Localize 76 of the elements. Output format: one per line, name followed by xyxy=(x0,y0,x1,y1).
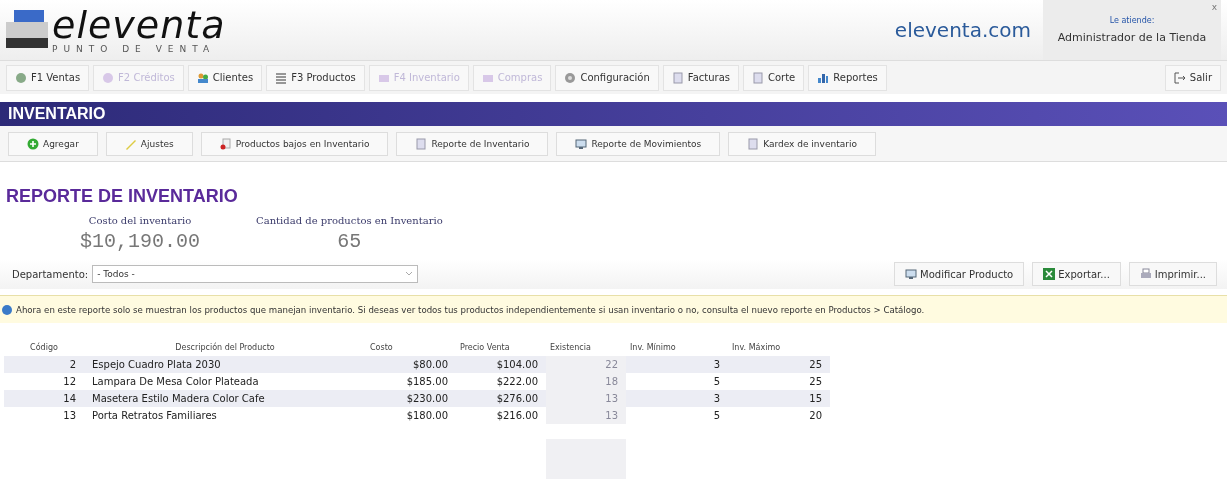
table-cell: 13 xyxy=(546,407,626,424)
column-header[interactable]: Código xyxy=(4,339,84,356)
table-cell: 13 xyxy=(546,390,626,407)
table-cell: $276.00 xyxy=(456,390,546,407)
department-select[interactable]: - Todos - xyxy=(92,265,419,283)
column-header[interactable]: Existencia xyxy=(546,339,626,356)
column-header[interactable]: Descripción del Producto xyxy=(84,339,366,356)
monitor-icon xyxy=(905,268,918,280)
list-icon xyxy=(275,71,288,84)
summary-value: $10,190.00 xyxy=(80,230,201,253)
table-cell: 22 xyxy=(546,356,626,373)
summary-label: Costo del inventario xyxy=(88,215,192,226)
department-label: Departamento: xyxy=(12,268,89,280)
document-icon xyxy=(752,71,764,84)
plus-icon xyxy=(27,137,39,150)
exit-icon xyxy=(1173,71,1186,84)
action-button[interactable]: Modificar Producto xyxy=(894,262,1025,286)
summary-value: 65 xyxy=(337,230,362,253)
column-header[interactable]: Inv. Mínimo xyxy=(626,339,728,356)
document-icon xyxy=(747,137,760,150)
nav-tab[interactable]: F1 Ventas xyxy=(6,64,90,91)
document-icon xyxy=(671,71,684,84)
monitor-icon xyxy=(575,137,588,150)
table-cell: $230.00 xyxy=(366,390,456,407)
report-title: REPORTE DE INVENTARIO xyxy=(6,186,239,207)
nav-tab[interactable]: F3 Productos xyxy=(266,64,365,91)
circle-icon xyxy=(15,71,27,84)
toolbar-button[interactable]: Reporte de Movimientos xyxy=(556,131,721,156)
toolbar-button[interactable]: Agregar xyxy=(8,131,98,156)
toolbar-button[interactable]: Ajustes xyxy=(105,131,193,156)
column-header[interactable]: Precio Venta xyxy=(456,339,546,356)
info-icon xyxy=(2,304,12,315)
nav-tab[interactable]: Reportes xyxy=(808,64,887,91)
user-caption: Le atiende: xyxy=(1109,16,1155,25)
alert-icon xyxy=(219,137,232,150)
nav-tab[interactable]: Corte xyxy=(743,64,805,91)
circle-icon xyxy=(102,71,115,84)
action-button[interactable]: Imprimir... xyxy=(1128,262,1217,286)
table-cell: 15 xyxy=(728,390,830,407)
column-header[interactable]: Inv. Máximo xyxy=(728,339,830,356)
logo-tagline: PUNTO DE VENTA xyxy=(52,44,217,54)
register-icon xyxy=(6,10,48,50)
people-icon xyxy=(196,71,209,84)
user-name: Administrador de la Tienda xyxy=(1057,31,1207,44)
toolbar-button[interactable]: Productos bajos en Inventario xyxy=(200,131,389,156)
info-text: Ahora en este reporte solo se muestran los productos que manejan inventario. Si deseas ver todos tus productos independientemente si usan inventario o no, consulta el nuevo reporte en Productos > Catálogo. xyxy=(16,304,925,315)
section-title: INVENTARIO xyxy=(8,105,106,123)
printer-icon xyxy=(1139,268,1152,280)
site-link[interactable]: eleventa.com xyxy=(894,18,1031,42)
close-icon[interactable]: x xyxy=(1211,2,1217,12)
gear-icon xyxy=(564,71,577,84)
table-cell: 2 xyxy=(4,356,84,373)
logout-button[interactable]: Salir xyxy=(1164,64,1221,91)
spreadsheet-icon xyxy=(1043,268,1056,280)
document-icon xyxy=(415,137,428,150)
column-header[interactable]: Costo xyxy=(366,339,456,356)
table-cell: 3 xyxy=(626,390,728,407)
table-cell: 18 xyxy=(546,373,626,390)
nav-tab[interactable]: Clientes xyxy=(187,64,263,91)
toolbar-button[interactable]: Reporte de Inventario xyxy=(396,131,549,156)
chevron-icon xyxy=(405,271,414,277)
nav-tab[interactable]: Configuración xyxy=(555,64,659,91)
action-button[interactable]: Exportar... xyxy=(1032,262,1121,286)
pencil-icon xyxy=(124,137,137,150)
table-cell: 14 xyxy=(4,390,84,407)
toolbar-button[interactable]: Kardex de inventario xyxy=(728,131,876,156)
table-cell: Masetera Estilo Madera Color Cafe xyxy=(84,390,366,407)
bar-chart-icon xyxy=(817,71,830,84)
table-cell: 3 xyxy=(626,356,728,373)
table-cell: $80.00 xyxy=(366,356,456,373)
table-cell: $104.00 xyxy=(456,356,546,373)
table-cell: Espejo Cuadro Plata 2030 xyxy=(84,356,366,373)
nav-tab[interactable]: Facturas xyxy=(662,64,739,91)
table-cell: 25 xyxy=(728,356,830,373)
logo-name: eleventa xyxy=(52,6,226,44)
summary-label: Cantidad de productos en Inventario xyxy=(256,215,443,226)
